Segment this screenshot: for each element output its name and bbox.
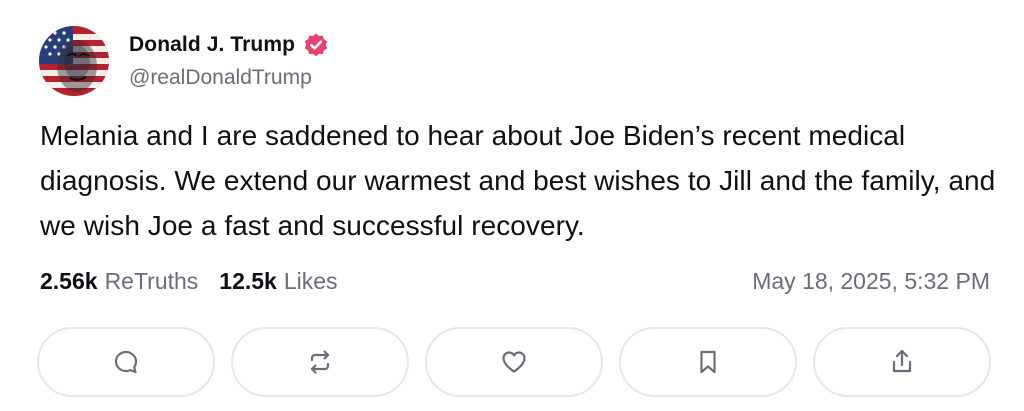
action-bar xyxy=(37,327,991,397)
comment-icon xyxy=(114,350,138,374)
bookmark-button[interactable] xyxy=(619,327,797,397)
share-icon xyxy=(892,349,912,373)
like-button[interactable] xyxy=(425,327,603,397)
user-handle[interactable]: @realDonaldTrump xyxy=(129,66,329,90)
name-row: Donald J. Trump xyxy=(129,30,329,60)
heart-icon xyxy=(502,351,526,373)
repost-icon xyxy=(310,350,330,374)
bookmark-icon xyxy=(700,350,716,374)
retruths-label: ReTruths xyxy=(104,268,199,294)
retruth-button[interactable] xyxy=(231,327,409,397)
retruths-stat[interactable]: 2.56k ReTruths xyxy=(40,268,198,295)
verified-badge-icon xyxy=(303,32,329,58)
reply-button[interactable] xyxy=(37,327,215,397)
display-name[interactable]: Donald J. Trump xyxy=(129,33,295,57)
likes-label: Likes xyxy=(283,268,338,294)
avatar[interactable] xyxy=(39,26,109,96)
likes-stat[interactable]: 12.5k Likes xyxy=(219,268,337,295)
share-button[interactable] xyxy=(813,327,991,397)
likes-count: 12.5k xyxy=(219,268,277,294)
post-card: Donald J. Trump @realDonaldTrump Melania… xyxy=(0,0,1024,411)
flag-portrait-avatar-icon xyxy=(39,26,109,96)
retruths-count: 2.56k xyxy=(40,268,98,294)
post-text: Melania and I are saddened to hear about… xyxy=(40,120,996,241)
post-timestamp[interactable]: May 18, 2025, 5:32 PM xyxy=(752,268,990,295)
author-block: Donald J. Trump @realDonaldTrump xyxy=(129,30,329,90)
post-stats: 2.56k ReTruths 12.5k Likes xyxy=(40,268,338,295)
